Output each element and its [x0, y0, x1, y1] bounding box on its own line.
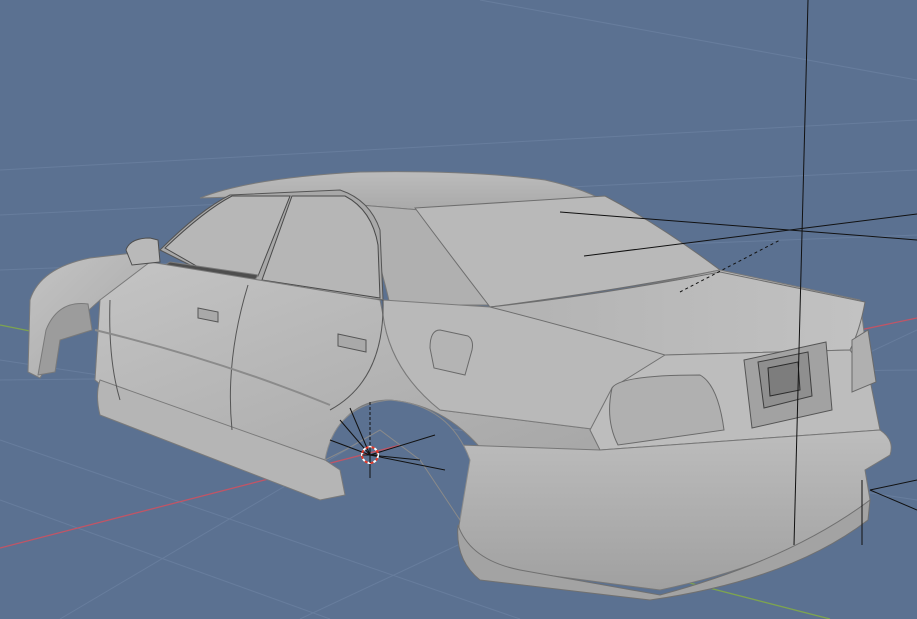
3d-viewport[interactable]: [0, 0, 917, 619]
3d-cursor-icon[interactable]: [361, 446, 379, 464]
viewport-canvas[interactable]: [0, 0, 917, 619]
license-plate-bolts: [767, 361, 801, 397]
fuel-door: [429, 329, 473, 376]
